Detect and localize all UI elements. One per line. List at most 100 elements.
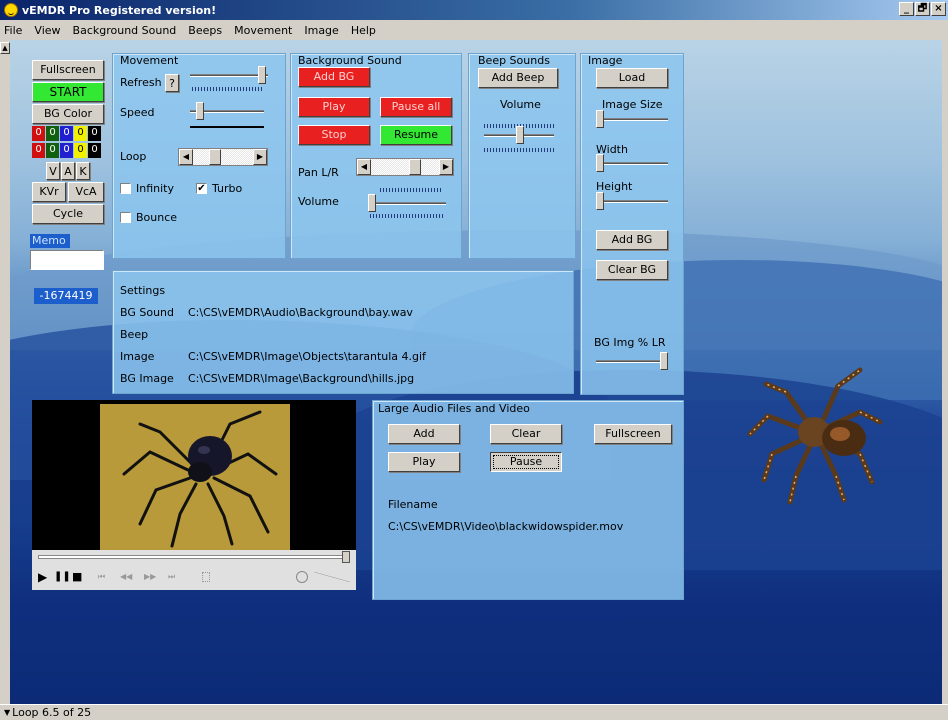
menu-file[interactable]: File bbox=[2, 24, 24, 37]
clear-bg-image-button[interactable]: Clear BG bbox=[596, 260, 668, 280]
color-swatch-black[interactable]: 0 bbox=[88, 126, 101, 141]
filename-label: Filename bbox=[388, 498, 438, 511]
pan-scroll-thumb[interactable] bbox=[409, 159, 421, 175]
start-button[interactable]: START bbox=[32, 82, 104, 102]
pause-all-button[interactable]: Pause all bbox=[380, 97, 452, 117]
vca-button[interactable]: VcA bbox=[68, 182, 104, 202]
bg-volume-slider-thumb[interactable] bbox=[368, 194, 376, 212]
kvr-button[interactable]: KVr bbox=[32, 182, 66, 202]
minimize-button[interactable]: _ bbox=[899, 2, 914, 16]
speed-slider-thumb[interactable] bbox=[196, 102, 204, 120]
color-grid: 0 0 0 0 0 0 0 0 0 0 bbox=[32, 126, 104, 160]
add-bg-sound-button[interactable]: Add BG bbox=[298, 67, 370, 87]
k-button[interactable]: K bbox=[76, 162, 90, 180]
scroll-right-arrow-icon[interactable]: ▶ bbox=[439, 159, 453, 175]
menu-beeps[interactable]: Beeps bbox=[186, 24, 224, 37]
player-next-button[interactable]: ⏭ bbox=[168, 572, 175, 582]
memo-input[interactable] bbox=[30, 250, 104, 270]
turbo-checkbox[interactable]: ✔ bbox=[196, 183, 207, 194]
color-swatch-green[interactable]: 0 bbox=[46, 126, 59, 141]
menu-help[interactable]: Help bbox=[349, 24, 378, 37]
refresh-slider-thumb[interactable] bbox=[258, 66, 266, 84]
scroll-up-arrow-icon[interactable]: ▲ bbox=[0, 42, 10, 54]
right-scrollbar[interactable] bbox=[942, 40, 948, 704]
pan-lr-label: Pan L/R bbox=[298, 166, 339, 179]
memo-label: Memo bbox=[30, 234, 70, 248]
infinity-checkbox[interactable] bbox=[120, 183, 131, 194]
refresh-help-button[interactable]: ? bbox=[165, 74, 179, 92]
bg-img-lr-slider-track[interactable] bbox=[596, 360, 668, 363]
beep-volume-ticks bbox=[484, 148, 554, 152]
title-bar: vEMDR Pro Registered version! _ 🗗 × bbox=[0, 0, 948, 20]
scroll-left-arrow-icon[interactable]: ◀ bbox=[179, 149, 193, 165]
menu-movement[interactable]: Movement bbox=[232, 24, 294, 37]
loop-scroll-thumb[interactable] bbox=[209, 149, 221, 165]
menu-background-sound[interactable]: Background Sound bbox=[71, 24, 179, 37]
bg-volume-slider-track[interactable] bbox=[368, 202, 446, 205]
color-swatch-yellow[interactable]: 0 bbox=[74, 143, 87, 158]
stop-bg-sound-button[interactable]: Stop bbox=[298, 125, 370, 145]
clear-video-button[interactable]: Clear bbox=[490, 424, 562, 444]
player-prev-button[interactable]: ⏮ bbox=[98, 572, 105, 582]
player-pause-button[interactable]: ❚❚ bbox=[54, 571, 71, 582]
resume-button[interactable]: Resume bbox=[380, 125, 452, 145]
color-swatch-red[interactable]: 0 bbox=[32, 143, 45, 158]
loop-scrollbar[interactable]: ◀ ▶ bbox=[178, 148, 268, 166]
seek-bar[interactable] bbox=[38, 555, 348, 559]
image-size-slider-thumb[interactable] bbox=[596, 110, 604, 128]
play-video-button[interactable]: Play bbox=[388, 452, 460, 472]
add-bg-image-button[interactable]: Add BG bbox=[596, 230, 668, 250]
maximize-button[interactable]: 🗗 bbox=[915, 2, 930, 16]
bg-img-lr-slider-thumb[interactable] bbox=[660, 352, 668, 370]
player-play-button[interactable]: ▶ bbox=[38, 570, 47, 584]
a-button[interactable]: A bbox=[61, 162, 75, 180]
left-scrollbar[interactable]: ▲ bbox=[0, 40, 10, 704]
add-beep-button[interactable]: Add Beep bbox=[478, 68, 558, 88]
scroll-left-arrow-icon[interactable]: ◀ bbox=[357, 159, 371, 175]
width-slider-thumb[interactable] bbox=[596, 154, 604, 172]
bg-volume-label: Volume bbox=[298, 195, 339, 208]
seek-thumb[interactable] bbox=[342, 551, 350, 563]
load-image-button[interactable]: Load bbox=[596, 68, 668, 88]
refresh-slider-track[interactable] bbox=[190, 74, 268, 77]
color-swatch-yellow[interactable]: 0 bbox=[74, 126, 87, 141]
volume-speaker-icon[interactable] bbox=[296, 571, 308, 583]
image-size-slider-track[interactable] bbox=[596, 118, 668, 121]
bg-color-button[interactable]: BG Color bbox=[32, 104, 104, 124]
player-volume-slider[interactable] bbox=[314, 572, 350, 582]
status-dropdown-icon[interactable]: ▼ bbox=[4, 708, 10, 717]
color-swatch-green[interactable]: 0 bbox=[46, 143, 59, 158]
beep-setting-label: Beep bbox=[120, 328, 149, 341]
player-stop-button[interactable]: ■ bbox=[72, 570, 82, 583]
video-frame bbox=[100, 404, 290, 550]
bounce-checkbox[interactable] bbox=[120, 212, 131, 223]
bg-image-setting-value: C:\CS\vEMDR\Image\Background\hills.jpg bbox=[188, 372, 415, 385]
player-forward-button[interactable]: ▶▶ bbox=[144, 572, 156, 581]
player-chapters-icon[interactable] bbox=[202, 572, 210, 582]
video-fullscreen-button[interactable]: Fullscreen bbox=[594, 424, 672, 444]
color-swatch-red[interactable]: 0 bbox=[32, 126, 45, 141]
status-text: Loop 6.5 of 25 bbox=[12, 706, 92, 719]
menu-image[interactable]: Image bbox=[302, 24, 340, 37]
menu-view[interactable]: View bbox=[32, 24, 62, 37]
color-swatch-blue[interactable]: 0 bbox=[60, 126, 73, 141]
pause-video-button[interactable]: Pause bbox=[490, 452, 562, 472]
color-swatch-black[interactable]: 0 bbox=[88, 143, 101, 158]
play-bg-sound-button[interactable]: Play bbox=[298, 97, 370, 117]
scroll-right-arrow-icon[interactable]: ▶ bbox=[253, 149, 267, 165]
bg-sound-setting-value: C:\CS\vEMDR\Audio\Background\bay.wav bbox=[188, 306, 413, 319]
close-button[interactable]: × bbox=[931, 2, 946, 16]
beep-volume-slider-thumb[interactable] bbox=[516, 126, 524, 144]
player-rewind-button[interactable]: ◀◀ bbox=[120, 572, 132, 581]
color-swatch-blue[interactable]: 0 bbox=[60, 143, 73, 158]
counter-display: -1674419 bbox=[34, 288, 98, 304]
v-button[interactable]: V bbox=[46, 162, 60, 180]
height-slider-thumb[interactable] bbox=[596, 192, 604, 210]
height-slider-track[interactable] bbox=[596, 200, 668, 203]
add-video-button[interactable]: Add bbox=[388, 424, 460, 444]
width-slider-track[interactable] bbox=[596, 162, 668, 165]
pan-scrollbar[interactable]: ◀ ▶ bbox=[356, 158, 454, 176]
bg-img-lr-label: BG Img % LR bbox=[594, 336, 666, 349]
fullscreen-button[interactable]: Fullscreen bbox=[32, 60, 104, 80]
cycle-button[interactable]: Cycle bbox=[32, 204, 104, 224]
